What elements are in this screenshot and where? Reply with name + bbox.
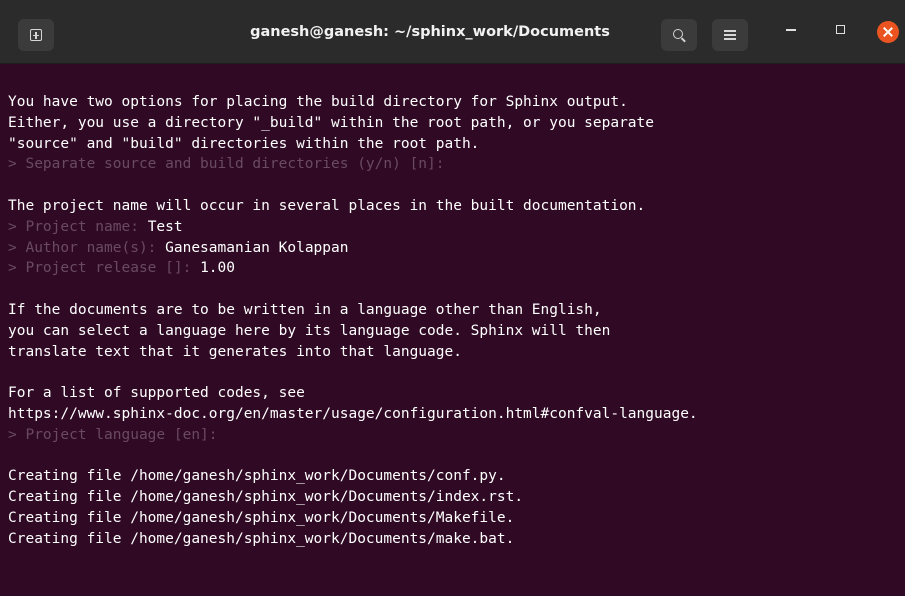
output-line: Creating file /home/ganesh/sphinx_work/D… [8,530,515,547]
terminal-window: ganesh@ganesh: ~/sphinx_work/Documents Y… [0,0,905,596]
prompt-answer: 1.00 [200,260,235,277]
new-tab-button[interactable] [18,19,54,51]
output-line: translate text that it generates into th… [8,343,462,360]
output-line: Creating file /home/ganesh/sphinx_work/D… [8,489,524,506]
output-line: Either, you use a directory "_build" wit… [8,114,655,131]
close-icon [883,27,893,37]
prompt-line: > Separate source and build directories … [8,154,903,175]
prompt-line: > Project release []: 1.00 [8,258,903,279]
output-line: Creating file /home/ganesh/sphinx_work/D… [8,509,515,526]
window-title: ganesh@ganesh: ~/sphinx_work/Documents [250,24,610,40]
output-line: Creating file /home/ganesh/sphinx_work/D… [8,468,506,485]
close-button[interactable] [877,21,899,43]
title-bar[interactable]: ganesh@ganesh: ~/sphinx_work/Documents [0,0,905,64]
prompt-answer: Test [147,218,183,235]
maximize-button[interactable] [836,25,845,34]
menu-button[interactable] [712,19,748,51]
output-line: https://www.sphinx-doc.org/en/master/usa… [8,405,698,422]
output-line: "source" and "build" directories within … [8,135,480,152]
minimize-button[interactable] [786,29,796,31]
prompt-line: > Author name(s): Ganesamanian Kolappan [8,238,903,259]
prompt-line: > Project language [en]: [8,425,903,446]
prompt-text: > Project release []: [8,260,201,277]
prompt-text: > Author name(s): [8,239,166,256]
output-line: The project name will occur in several p… [8,197,646,214]
prompt-text: > Separate source and build directories … [8,156,454,173]
new-tab-icon [30,29,42,41]
prompt-line: > Project name: Test [8,217,903,238]
output-line: If the documents are to be written in a … [8,301,602,318]
search-icon [673,29,683,39]
output-line: You have two options for placing the bui… [8,94,628,110]
hamburger-menu-icon [724,30,736,40]
prompt-text: > Project language [en]: [8,426,227,443]
terminal-output[interactable]: You have two options for placing the bui… [8,92,903,550]
prompt-answer: Ganesamanian Kolappan [165,239,349,256]
search-button[interactable] [661,19,697,51]
output-line: you can select a language here by its la… [8,322,611,339]
prompt-text: > Project name: [8,218,148,235]
output-line: For a list of supported codes, see [8,385,305,402]
